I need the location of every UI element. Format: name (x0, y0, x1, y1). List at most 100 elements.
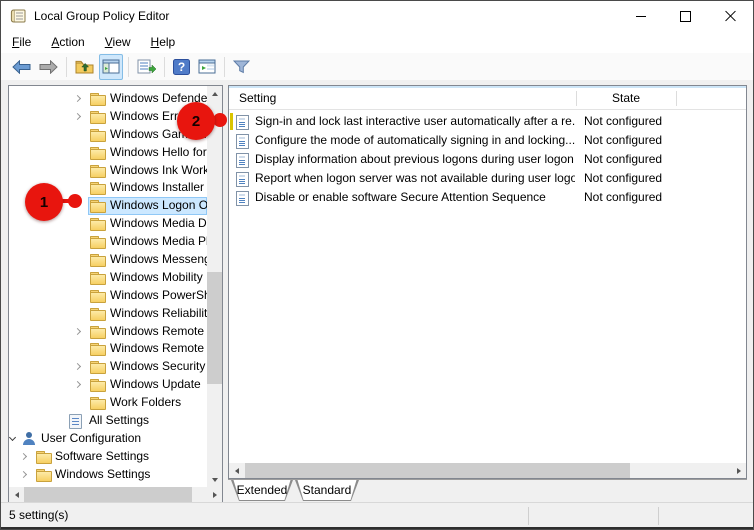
back-button[interactable] (9, 55, 34, 79)
setting-name: Sign-in and lock last interactive user a… (255, 112, 575, 131)
policy-setting-icon (236, 153, 249, 168)
scroll-right-button[interactable] (731, 463, 746, 478)
export-list-button[interactable] (134, 55, 159, 79)
setting-state: Not configured (584, 150, 662, 169)
scroll-up-icon (212, 92, 218, 96)
folder-icon (90, 396, 106, 410)
chevron-icon[interactable] (74, 381, 82, 389)
tab-extended[interactable]: Extended (231, 480, 293, 501)
maximize-icon (680, 11, 691, 22)
help-button[interactable]: ? (170, 55, 193, 79)
main-area: Windows Defender Windows Error Re Window… (1, 80, 753, 504)
app-scroll-icon (10, 8, 27, 24)
tree-item[interactable]: Windows Settings (9, 466, 207, 484)
chevron-icon[interactable] (74, 363, 82, 371)
tree-item[interactable]: All Settings (9, 412, 207, 430)
chevron-icon[interactable] (74, 328, 82, 336)
folder-icon (36, 450, 52, 464)
folder-icon (36, 468, 52, 482)
policy-setting-icon (236, 134, 249, 149)
help-icon: ? (173, 59, 190, 75)
row-highlight-bar (230, 113, 233, 130)
tree-horizontal-scrollbar[interactable] (9, 487, 222, 502)
chevron-icon[interactable] (74, 113, 82, 121)
annotation-number: 1 (40, 194, 48, 211)
tree-item[interactable]: Windows Ink Works (9, 162, 207, 180)
show-console-tree-button[interactable] (99, 54, 123, 80)
tree-item[interactable]: User Configuration (9, 430, 207, 448)
list-horizontal-scrollbar[interactable] (229, 463, 746, 478)
tree-item[interactable]: Windows Messeng (9, 251, 207, 269)
tree-item[interactable]: Windows Security (9, 358, 207, 376)
export-list-icon (137, 59, 156, 74)
minimize-button[interactable] (618, 1, 663, 31)
scroll-left-button[interactable] (229, 463, 244, 478)
chevron-icon[interactable] (20, 453, 28, 461)
menu-item-file[interactable]: File (2, 31, 41, 53)
settings-list-row[interactable]: Display information about previous logon… (229, 150, 745, 169)
chevron-icon[interactable] (20, 471, 28, 479)
tree-item[interactable]: Windows Remote (9, 323, 207, 341)
maximize-button[interactable] (663, 1, 708, 31)
scrollbar-thumb[interactable] (24, 487, 192, 502)
close-icon (725, 10, 737, 22)
column-divider[interactable] (676, 91, 677, 106)
folder-icon (90, 342, 106, 356)
column-header-state[interactable]: State (612, 91, 640, 105)
column-header-setting[interactable]: Setting (239, 91, 276, 105)
tree-vertical-scrollbar[interactable] (207, 86, 222, 487)
menu-bar: FileActionViewHelp (1, 31, 753, 53)
tree-item[interactable]: Windows Defender (9, 90, 207, 108)
list-header: Setting State (229, 88, 746, 110)
menu-item-help[interactable]: Help (141, 31, 186, 53)
setting-state: Not configured (584, 188, 662, 207)
tree-item-label: Windows Mobility (110, 269, 203, 287)
tree-item[interactable]: Windows PowerShe (9, 287, 207, 305)
close-button[interactable] (708, 1, 753, 31)
tree-item[interactable]: Work Folders (9, 394, 207, 412)
settings-list: Sign-in and lock last interactive user a… (229, 112, 745, 207)
settings-list-row[interactable]: Disable or enable software Secure Attent… (229, 188, 745, 207)
toolbar: ? (1, 53, 753, 81)
tree-item[interactable]: Windows Mobility (9, 269, 207, 287)
tree-item[interactable]: Windows Reliabilit (9, 305, 207, 323)
column-divider[interactable] (576, 91, 577, 106)
scrollbar-thumb[interactable] (245, 463, 630, 478)
tree-item[interactable]: Windows Remote (9, 340, 207, 358)
tree-item[interactable]: Windows Update (9, 376, 207, 394)
chevron-icon[interactable] (9, 435, 17, 443)
menu-item-view[interactable]: View (95, 31, 141, 53)
new-window-button[interactable] (195, 55, 219, 79)
filter-icon (233, 60, 250, 74)
menu-item-action[interactable]: Action (41, 31, 94, 53)
folder-icon (90, 110, 106, 124)
tree-item[interactable]: Windows Media Pl (9, 233, 207, 251)
local-group-policy-editor-window: Local Group Policy Editor FileActionView… (0, 0, 754, 530)
settings-list-row[interactable]: Sign-in and lock last interactive user a… (229, 112, 745, 131)
tree-item-label: All Settings (89, 412, 149, 430)
scroll-left-icon (235, 468, 239, 474)
tab-standard[interactable]: Standard (295, 480, 359, 501)
scroll-down-button[interactable] (207, 472, 222, 487)
scroll-up-button[interactable] (207, 86, 222, 101)
folder-icon (90, 181, 106, 195)
settings-list-row[interactable]: Configure the mode of automatically sign… (229, 131, 745, 150)
scroll-left-button[interactable] (9, 487, 24, 502)
status-divider (528, 507, 529, 525)
tree-item[interactable]: Windows Game Re (9, 126, 207, 144)
filter-button[interactable] (230, 55, 253, 79)
tree-item-label: Windows Hello for (110, 144, 207, 162)
chevron-icon[interactable] (74, 95, 82, 103)
up-one-level-button[interactable] (72, 55, 97, 79)
setting-state: Not configured (584, 131, 662, 150)
scroll-right-button[interactable] (207, 487, 222, 502)
forward-button[interactable] (36, 55, 61, 79)
scrollbar-thumb[interactable] (207, 272, 222, 384)
settings-list-row[interactable]: Report when logon server was not availab… (229, 169, 745, 188)
tree-item[interactable]: Software Settings (9, 448, 207, 466)
tree-item[interactable]: Windows Hello for (9, 144, 207, 162)
tree-view: Windows Defender Windows Error Re Window… (9, 86, 207, 487)
scroll-down-icon (212, 478, 218, 482)
window-controls (618, 1, 753, 31)
policy-setting-icon (236, 115, 249, 130)
